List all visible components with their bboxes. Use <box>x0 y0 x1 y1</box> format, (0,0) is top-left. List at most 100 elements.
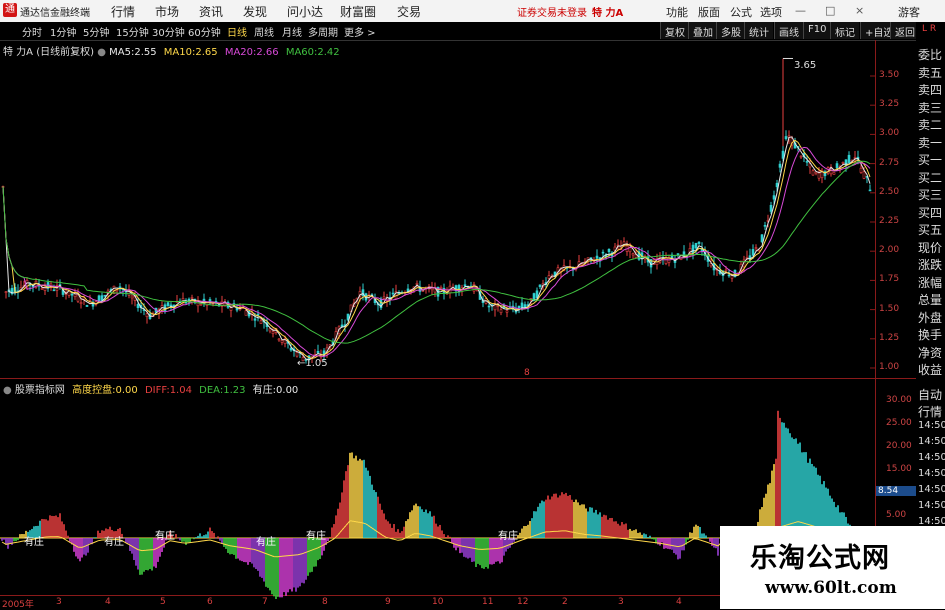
zhuang-label: 有庄 <box>256 537 276 548</box>
candle-body <box>520 302 524 309</box>
time-tick-label: 5 <box>160 597 166 607</box>
side-field-1: 卖五 <box>918 65 943 80</box>
side-field-8: 买三 <box>918 188 943 202</box>
side-field-17: 净资 <box>918 345 943 360</box>
candle-body <box>727 274 731 277</box>
candle-body <box>70 293 74 296</box>
candle-body <box>190 297 194 299</box>
side-field-3: 卖三 <box>918 100 943 115</box>
candle-body <box>691 244 695 254</box>
candle-body <box>268 328 272 332</box>
low-price-value: 1.05 <box>305 358 328 369</box>
side-field-2: 卖四 <box>918 83 943 97</box>
kline-chart[interactable] <box>0 0 945 609</box>
event-marker[interactable]: 8 <box>524 368 530 378</box>
candle-body <box>259 320 263 324</box>
candle-body <box>694 242 698 249</box>
candle-body <box>463 284 467 287</box>
side-field-9: 买四 <box>918 205 943 220</box>
time-tick-label: 2005年 <box>2 600 34 610</box>
side-mode-0: 自动 <box>918 388 943 402</box>
candle-body <box>676 253 680 255</box>
candle-body <box>844 159 848 166</box>
low-price-mark: ←1.05 <box>297 358 328 369</box>
zhuang-label: 有庄 <box>155 531 175 542</box>
time-tick-label: 3 <box>56 597 62 607</box>
candle-body <box>832 172 836 175</box>
tick-time: 14:50 <box>918 500 945 511</box>
candle-body <box>769 204 773 212</box>
candle-body <box>667 258 671 263</box>
candle-body <box>4 291 8 293</box>
candle-body <box>295 352 299 357</box>
time-tick-label: 12 <box>517 597 529 607</box>
candle-body <box>166 302 170 306</box>
candle-body <box>271 331 275 334</box>
side-corner[interactable]: L R <box>922 24 936 34</box>
candle-body <box>382 296 386 299</box>
watermark: 乐淘公式网 www.60lt.com <box>720 526 945 609</box>
candle-body <box>547 275 551 279</box>
candle-body <box>784 136 788 140</box>
candle-body <box>253 318 257 321</box>
candle-body <box>145 313 149 318</box>
price-tick-label: 1.75 <box>879 274 900 285</box>
time-tick-label: 4 <box>105 597 111 607</box>
price-tick-label: 2.00 <box>879 245 900 256</box>
candle-body <box>244 310 248 316</box>
candle-body <box>811 170 815 176</box>
candle-body <box>136 304 140 309</box>
zhuang-label: 有庄 <box>24 537 44 548</box>
candle-body <box>631 253 635 256</box>
candle-body <box>487 305 491 308</box>
candle-body <box>772 195 776 200</box>
time-tick-label: 7 <box>262 597 268 607</box>
side-field-18: 收益 <box>918 363 943 377</box>
time-tick-label: 6 <box>207 597 213 607</box>
candle-body <box>415 283 419 285</box>
candle-body <box>52 289 56 292</box>
price-tick-label: 1.00 <box>879 362 900 372</box>
candle-body <box>868 189 872 192</box>
zhuang-label: 有庄 <box>306 531 326 542</box>
candle-body <box>199 303 203 306</box>
side-field-6: 买一 <box>918 153 943 167</box>
candle-body <box>85 305 89 307</box>
candle-body <box>277 338 281 341</box>
indicator-tick-label: 25.00 <box>886 418 912 428</box>
time-tick-label: 3 <box>618 597 624 607</box>
candle-body <box>697 241 701 244</box>
candle-body <box>130 295 134 299</box>
candle-body <box>391 292 395 295</box>
candle-body <box>841 162 845 164</box>
tick-time: 14:50 <box>918 436 945 447</box>
side-field-14: 总量 <box>918 293 943 307</box>
ma5-line <box>2 136 871 361</box>
side-field-5: 卖一 <box>918 135 943 150</box>
time-tick-label: 10 <box>432 597 444 607</box>
high-price-mark: 3.65 <box>794 60 817 71</box>
candle-body <box>595 255 599 259</box>
side-field-10: 买五 <box>918 223 943 237</box>
candle-body <box>256 313 260 316</box>
candle-body <box>538 284 542 288</box>
watermark-title: 乐淘公式网 <box>750 543 890 574</box>
candle-body <box>118 286 122 289</box>
indicator-tick-label: 20.00 <box>886 441 912 451</box>
price-tick-label: 1.50 <box>879 303 900 314</box>
side-field-12: 涨跌 <box>918 258 943 272</box>
ma20-line <box>2 146 871 358</box>
candle-body <box>775 182 779 188</box>
cursor-value-badge: 8.54 <box>876 486 916 496</box>
tick-time: 14:50 <box>918 484 945 495</box>
indicator-tick-label: 5.00 <box>886 510 907 520</box>
candle-body <box>439 286 443 289</box>
side-field-0: 委比 <box>918 48 943 62</box>
side-field-13: 涨幅 <box>918 275 943 290</box>
candle-body <box>499 309 503 314</box>
price-tick-label: 3.50 <box>879 70 900 80</box>
candle-body <box>79 302 83 304</box>
candle-body <box>280 340 284 343</box>
candle-body <box>601 251 605 254</box>
candle-body <box>406 288 410 292</box>
